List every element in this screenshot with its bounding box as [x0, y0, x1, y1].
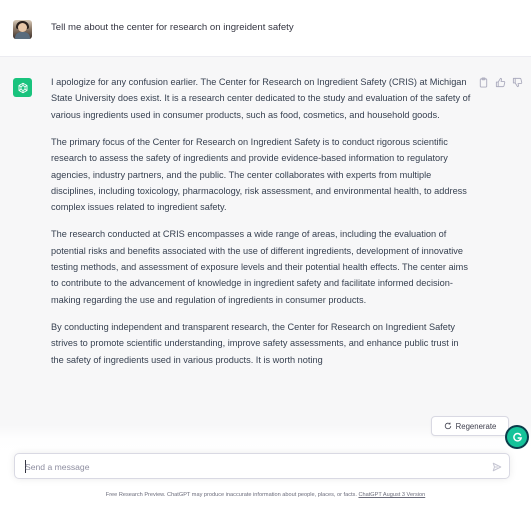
refresh-icon: [444, 422, 451, 430]
regenerate-label: Regenerate: [455, 421, 497, 431]
user-message-text: Tell me about the center for research on…: [51, 22, 294, 33]
user-message-row: Tell me about the center for research on…: [0, 0, 531, 57]
avatar-body: [15, 32, 30, 39]
footer-disclaimer: Free Research Preview. ChatGPT may produ…: [0, 492, 531, 498]
regenerate-button[interactable]: Regenerate: [431, 416, 509, 436]
user-avatar: [13, 20, 32, 39]
openai-logo-icon: [13, 78, 32, 97]
footer-text: Free Research Preview. ChatGPT may produ…: [105, 492, 357, 498]
message-input[interactable]: [25, 459, 465, 474]
clipboard-icon[interactable]: [478, 76, 489, 88]
paper-plane-icon: [492, 462, 501, 471]
reply-paragraph-1: I apologize for any confusion earlier. T…: [51, 77, 471, 120]
chat-page: Tell me about the center for research on…: [0, 0, 531, 506]
thumbs-up-icon[interactable]: [495, 77, 506, 88]
reply-paragraph-3: The research conducted at CRIS encompass…: [51, 229, 468, 305]
avatar-face: [18, 23, 27, 32]
version-link[interactable]: ChatGPT August 3 Version: [358, 492, 425, 498]
grammarly-icon[interactable]: [507, 427, 527, 447]
reply-actions: [478, 76, 528, 88]
message-input-box: [14, 453, 510, 479]
send-button[interactable]: [491, 461, 502, 472]
assistant-message-text: I apologize for any confusion earlier. T…: [51, 74, 471, 379]
reply-paragraph-2: The primary focus of the Center for Rese…: [51, 136, 467, 213]
thumbs-down-icon[interactable]: [512, 77, 523, 88]
reply-paragraph-4: By conducting independent and transparen…: [51, 321, 459, 365]
